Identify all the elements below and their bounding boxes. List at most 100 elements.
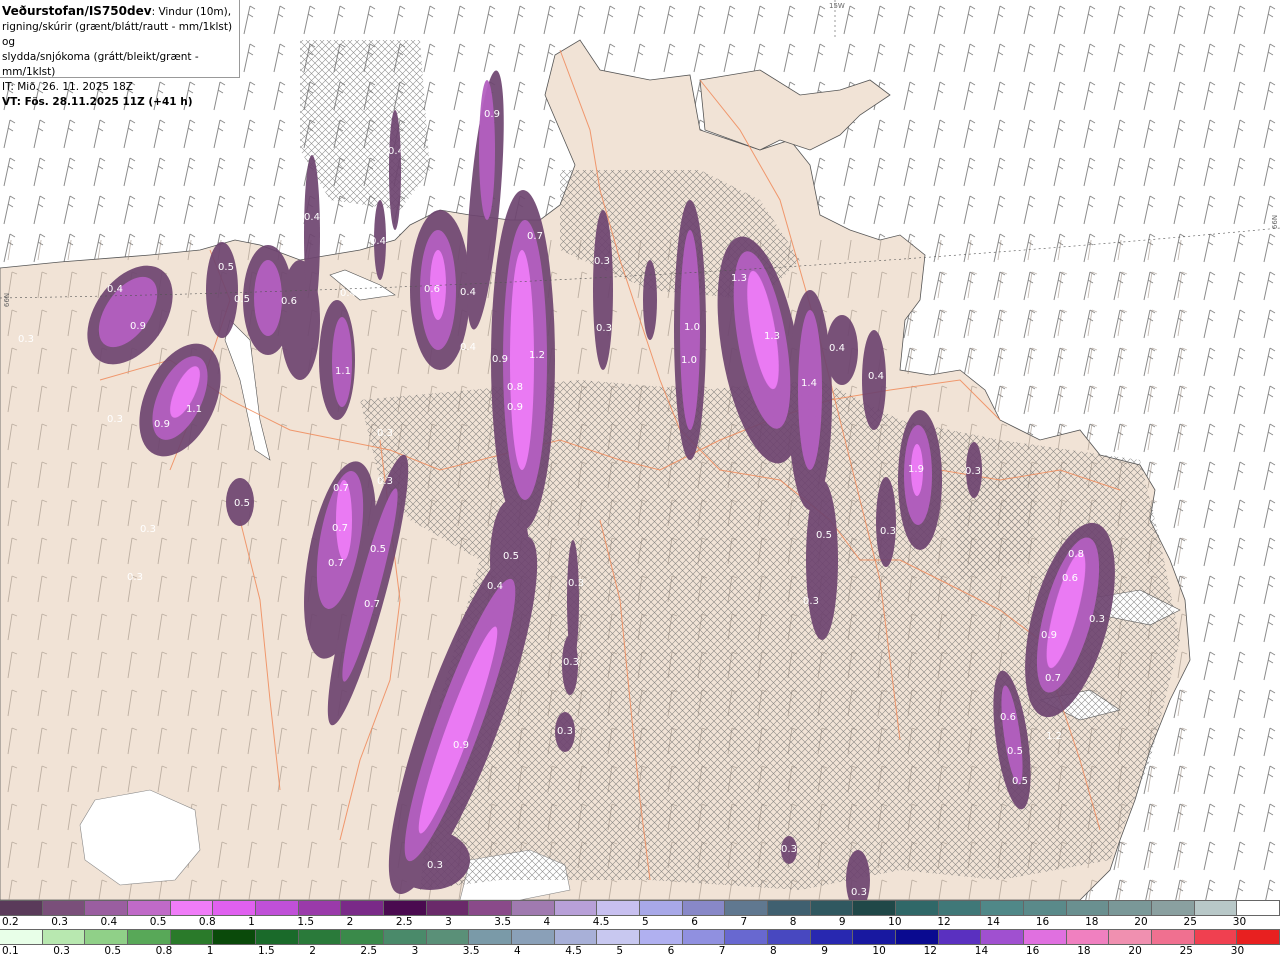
precip-label: 1.3	[764, 331, 780, 342]
scale-label: 0.3	[53, 945, 70, 957]
scale-swatch	[85, 930, 129, 944]
scale-swatch	[1109, 930, 1153, 944]
precip-label: 0.6	[1062, 573, 1078, 584]
precip-label: 0.5	[1012, 776, 1028, 787]
scale-swatch	[0, 930, 43, 944]
precip-label: 0.4	[487, 581, 503, 592]
scale-label: 5	[642, 916, 649, 928]
scale-swatch	[768, 930, 811, 944]
scale-swatch	[682, 930, 726, 944]
scale-swatch	[1237, 930, 1280, 944]
scale-label: 3.5	[462, 945, 480, 957]
scale-swatch	[1024, 930, 1067, 944]
header-line1: : Vindur (10m),	[151, 6, 232, 18]
scale-swatch	[981, 901, 1025, 915]
scale-swatch	[85, 901, 129, 915]
scale-label: 18	[1077, 945, 1091, 957]
scale-swatch	[810, 930, 854, 944]
precip-label: 1.2	[1046, 731, 1062, 742]
precip-label: 1.1	[186, 404, 202, 415]
precip-label: 0.7	[364, 599, 380, 610]
header-title: Veðurstofan/IS750dev	[2, 4, 152, 18]
scale-label: 0.8	[155, 945, 173, 957]
scale-label: 1	[248, 916, 255, 928]
precip-label: 0.7	[328, 558, 344, 569]
lon-label-top: 15W	[829, 2, 845, 10]
precip-label: 0.3	[568, 578, 584, 589]
scale-label: 0.8	[198, 916, 216, 928]
scale-swatch	[170, 901, 214, 915]
scale-label: 0.5	[104, 945, 122, 957]
scale-label: 25	[1179, 945, 1193, 957]
precip-label: 0.5	[1007, 746, 1023, 757]
scale-swatch	[640, 901, 683, 915]
precip-label: 0.3	[781, 844, 797, 855]
scale-swatch	[298, 930, 342, 944]
scale-swatch	[1237, 901, 1280, 915]
precip-label: 0.9	[130, 321, 146, 332]
header-it: IT: Mið. 26. 11. 2025 18Z	[2, 81, 133, 93]
scale-swatch	[768, 901, 811, 915]
precip-label: 0.7	[1045, 673, 1061, 684]
precip-label: 0.8	[1068, 549, 1084, 560]
header-line3: slydda/snjókoma (grátt/bleikt/grænt - mm…	[2, 51, 199, 78]
precip-label: 0.5	[234, 498, 250, 509]
scale-label: 4	[543, 916, 551, 928]
snow-color-scale: 0.2 0.3 0.4 0.5 0.8 1 1.5 2 2.5 3 3.5 4 4.5 5 6 7 8 9 10 12…	[0, 900, 1280, 928]
precip-label: 0.9	[484, 109, 500, 120]
scale-label: 12	[937, 916, 951, 928]
scale-label: 6	[691, 916, 698, 928]
scale-swatch	[1152, 901, 1195, 915]
scale-swatch	[554, 930, 598, 944]
precip-label: 0.7	[333, 483, 349, 494]
scale-swatch	[256, 901, 299, 915]
scale-label: 6	[667, 945, 675, 957]
scale-label: 25	[1183, 916, 1197, 928]
precip-label: 0.3	[18, 334, 34, 345]
precip-label: 0.6	[281, 296, 297, 307]
scale-swatch	[341, 901, 385, 915]
scale-swatch	[938, 930, 982, 944]
scale-swatch	[1109, 901, 1153, 915]
scale-label: 3.5	[494, 916, 511, 928]
scale-label: 8	[789, 916, 797, 928]
scale-swatch	[853, 901, 897, 915]
scale-swatch	[298, 901, 342, 915]
scale-swatch	[128, 930, 171, 944]
scale-swatch	[42, 930, 86, 944]
precip-label: 0.8	[507, 382, 523, 393]
scale-swatch	[256, 930, 299, 944]
scale-label: 0.2	[2, 916, 19, 928]
precip-label: 0.9	[507, 402, 523, 413]
precip-label: 0.3	[377, 476, 393, 487]
scale-swatch	[469, 901, 513, 915]
scale-label: 1.5	[258, 945, 275, 957]
scale-swatch	[170, 930, 214, 944]
scale-label: 1.5	[297, 916, 315, 928]
scale-swatch	[1152, 930, 1195, 944]
scale-label: 9	[838, 916, 846, 928]
weather-map: 0.3 0.4 0.9 0.3 0.9 1.1 0.5 0.3 0.3 0.5 0.5 0.6 0.4 0…	[0, 0, 1280, 900]
precip-label: 0.3	[1089, 614, 1105, 625]
precip-label: 0.7	[332, 523, 348, 534]
precip-label: 0.4	[340, 288, 356, 299]
scale-swatch	[725, 930, 769, 944]
precip-label: 1.0	[684, 322, 700, 333]
precip-label: 0.3	[107, 414, 123, 425]
scale-label: 2	[346, 916, 354, 928]
rain-scale-swatches	[0, 929, 1280, 945]
precip-label: 0.5	[503, 551, 519, 562]
precip-label: 1.9	[908, 464, 924, 475]
precip-label: 0.4	[107, 284, 123, 295]
precip-label: 1.3	[731, 273, 747, 284]
precip-label: 0.3	[594, 256, 610, 267]
precip-label: 0.7	[527, 231, 543, 242]
rain-color-scale: 0.1 0.3 0.5 0.8 1 1.5 2 2.5 3 3.5 4 4.5 5 6 7 8 9 10 12 14 1…	[0, 929, 1280, 957]
scale-swatch	[1024, 901, 1067, 915]
scale-label: 5	[616, 945, 624, 957]
scale-label: 20	[1134, 916, 1148, 928]
precip-label: 1.4	[801, 378, 817, 389]
precip-label: 0.5	[370, 544, 386, 555]
scale-label: 16	[1026, 945, 1040, 957]
scale-swatch	[597, 930, 641, 944]
